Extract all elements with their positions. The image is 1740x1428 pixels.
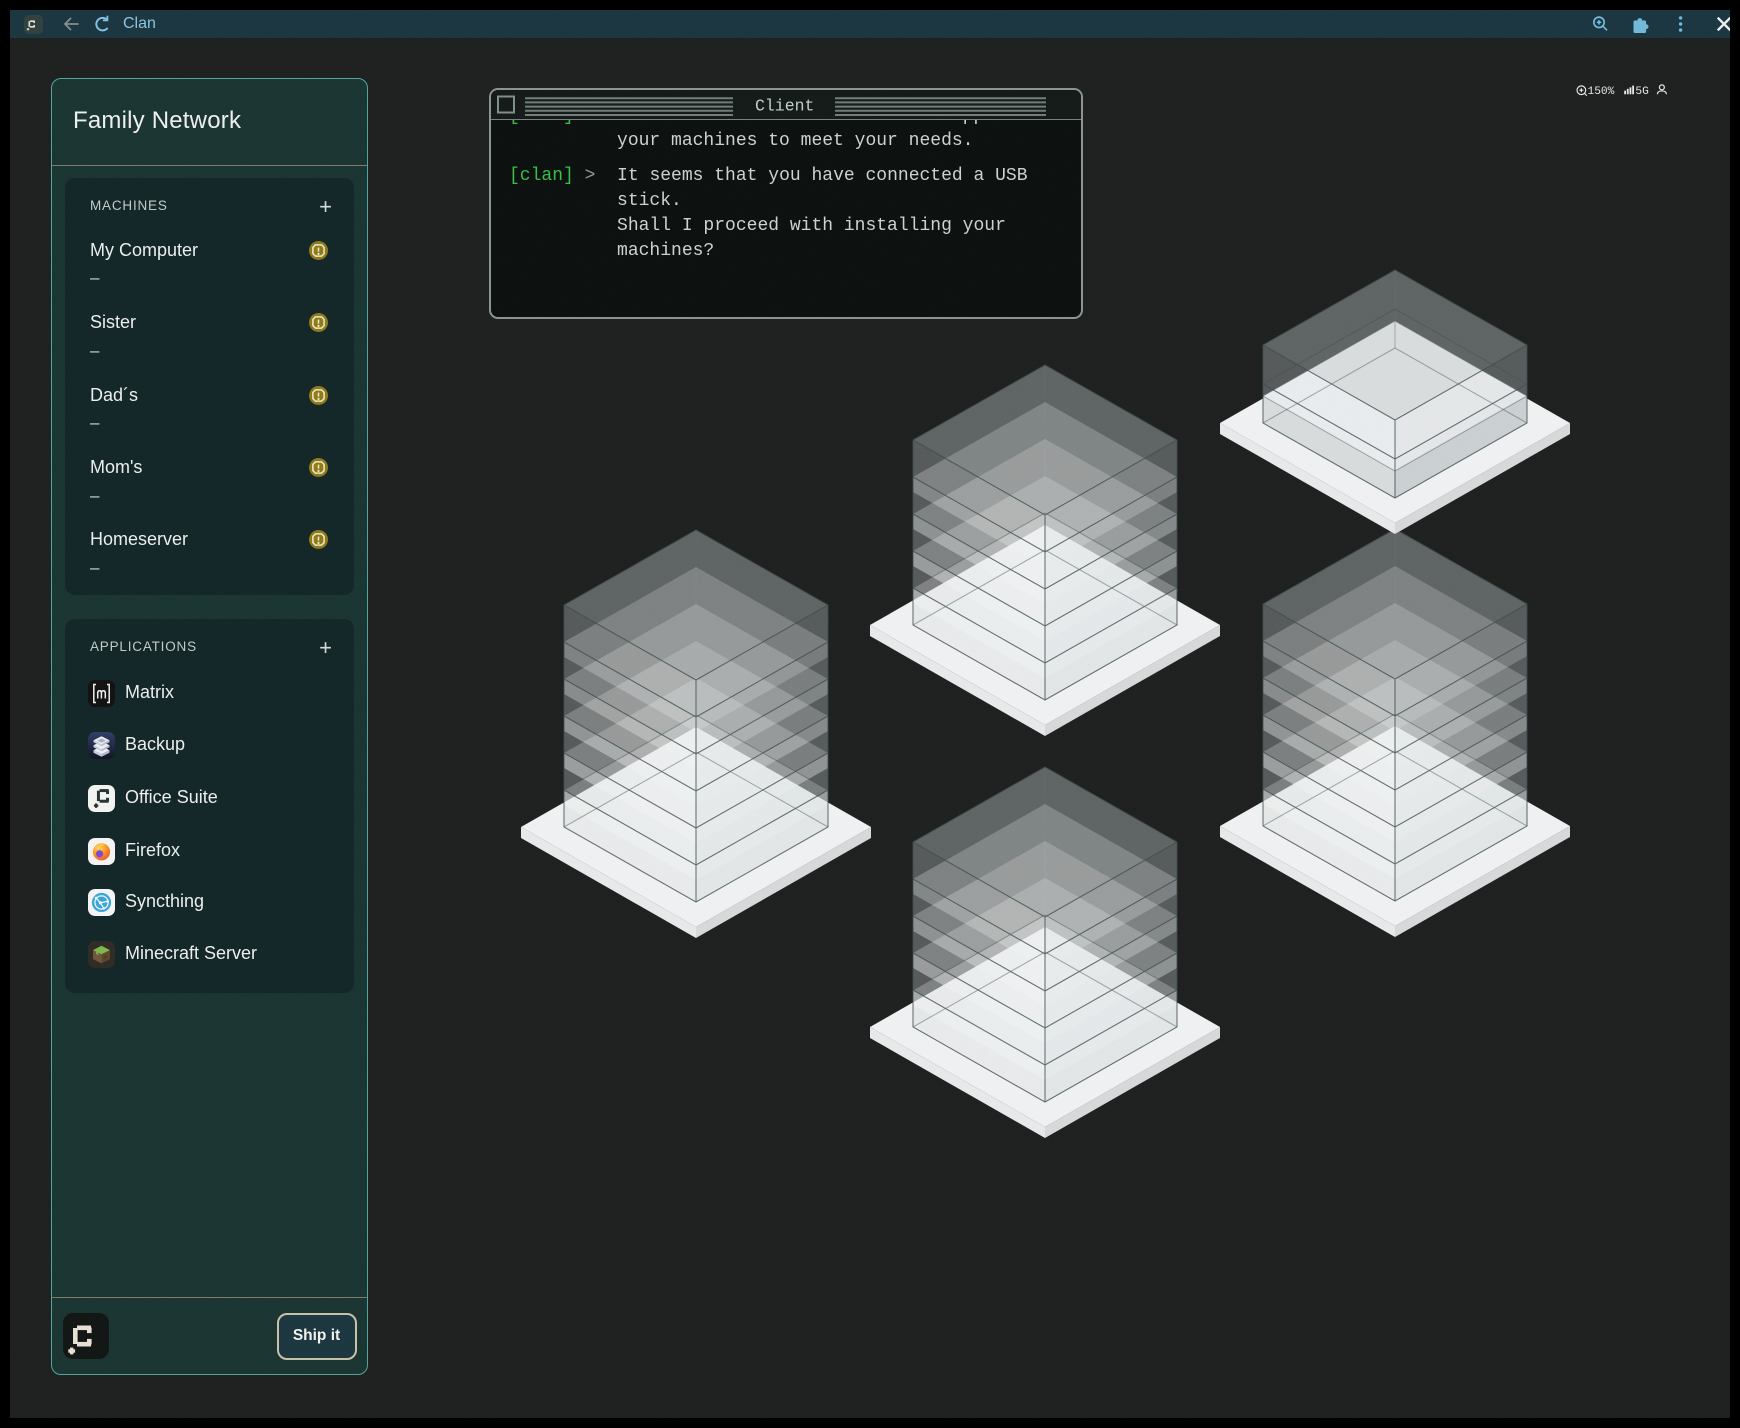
svg-text:5G: 5G <box>1635 86 1649 96</box>
svg-text:150%: 150% <box>1588 86 1615 96</box>
svg-text:Client: Client <box>755 97 814 116</box>
